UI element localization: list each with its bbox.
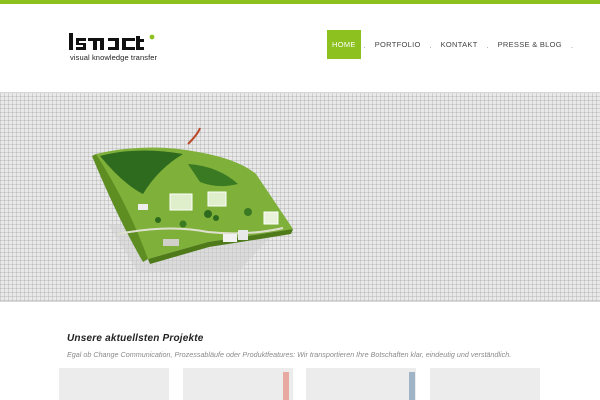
logo-tagline: visual knowledge transfer [70,53,158,62]
project-card[interactable] [430,368,540,400]
main-navigation: HOME . PORTFOLIO . KONTAKT . PRESSE & BL… [327,30,576,59]
recent-projects-section: Unsere aktuellsten Projekte Egal ob Chan… [0,302,600,400]
nav-item-presse-blog[interactable]: PRESSE & BLOG [492,30,568,59]
nav-separator: . [363,43,366,50]
project-card[interactable] [183,368,293,400]
project-thumbnail-icon [409,372,415,400]
nav-item-home[interactable]: HOME [327,30,361,59]
nav-separator: . [486,43,489,50]
logo-wordmark-icon [69,33,155,50]
nav-separator: . [429,43,432,50]
3d-landscape-map-icon [92,127,293,272]
site-header: visual knowledge transfer HOME . PORTFOL… [0,4,600,92]
project-card[interactable] [59,368,169,400]
project-thumbnail-icon [283,372,289,400]
hero-divider-top [0,92,600,93]
nav-separator: . [570,43,573,50]
hero-banner [0,92,600,302]
section-description: Egal ob Change Communication, Prozessabl… [67,350,512,359]
nav-item-kontakt[interactable]: KONTAKT [435,30,484,59]
project-cards [59,368,541,400]
section-title: Unsere aktuellsten Projekte [67,333,204,344]
site-logo[interactable]: visual knowledge transfer [68,30,168,64]
nav-item-portfolio[interactable]: PORTFOLIO [369,30,427,59]
project-card[interactable] [306,368,416,400]
